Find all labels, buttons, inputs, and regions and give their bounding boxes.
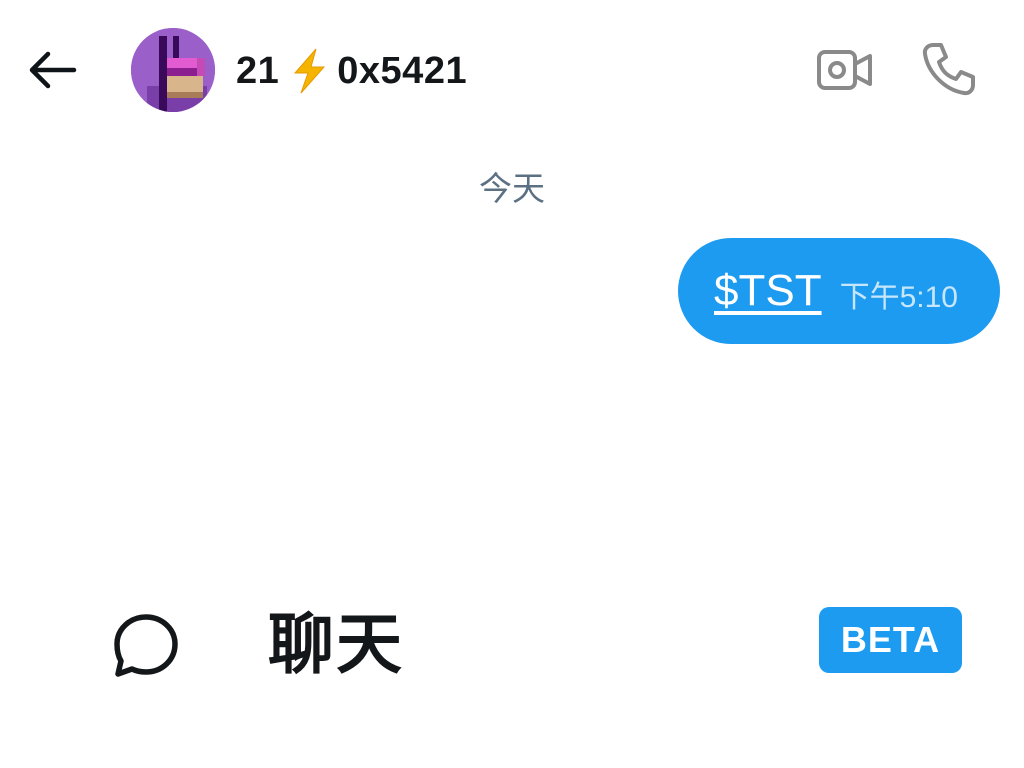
- back-button[interactable]: [24, 46, 80, 94]
- avatar[interactable]: [131, 28, 215, 112]
- title-suffix: 0x5421: [337, 49, 468, 92]
- phone-icon: [922, 43, 975, 96]
- cashtag-link[interactable]: $TST: [714, 266, 822, 316]
- outgoing-message-bubble[interactable]: $TST 下午5:10: [678, 238, 1000, 344]
- pixel-art-avatar: [131, 28, 215, 112]
- conversation-header: 21 0x5421: [0, 0, 1024, 140]
- arrow-left-icon: [29, 51, 77, 89]
- video-call-button[interactable]: [812, 44, 878, 96]
- chat-label: 聊天: [268, 607, 404, 681]
- conversation-title[interactable]: 21 0x5421: [236, 46, 467, 96]
- title-prefix: 21: [236, 49, 280, 92]
- voice-call-button[interactable]: [918, 38, 980, 100]
- chat-bubble-icon: [108, 608, 184, 684]
- chat-bar[interactable]: 聊天 BETA: [0, 590, 1024, 700]
- message-timestamp: 下午5:10: [839, 281, 958, 314]
- beta-badge: BETA: [819, 607, 962, 673]
- lightning-bolt-icon: [289, 48, 329, 94]
- date-separator: 今天: [479, 170, 545, 207]
- video-camera-icon: [817, 50, 872, 90]
